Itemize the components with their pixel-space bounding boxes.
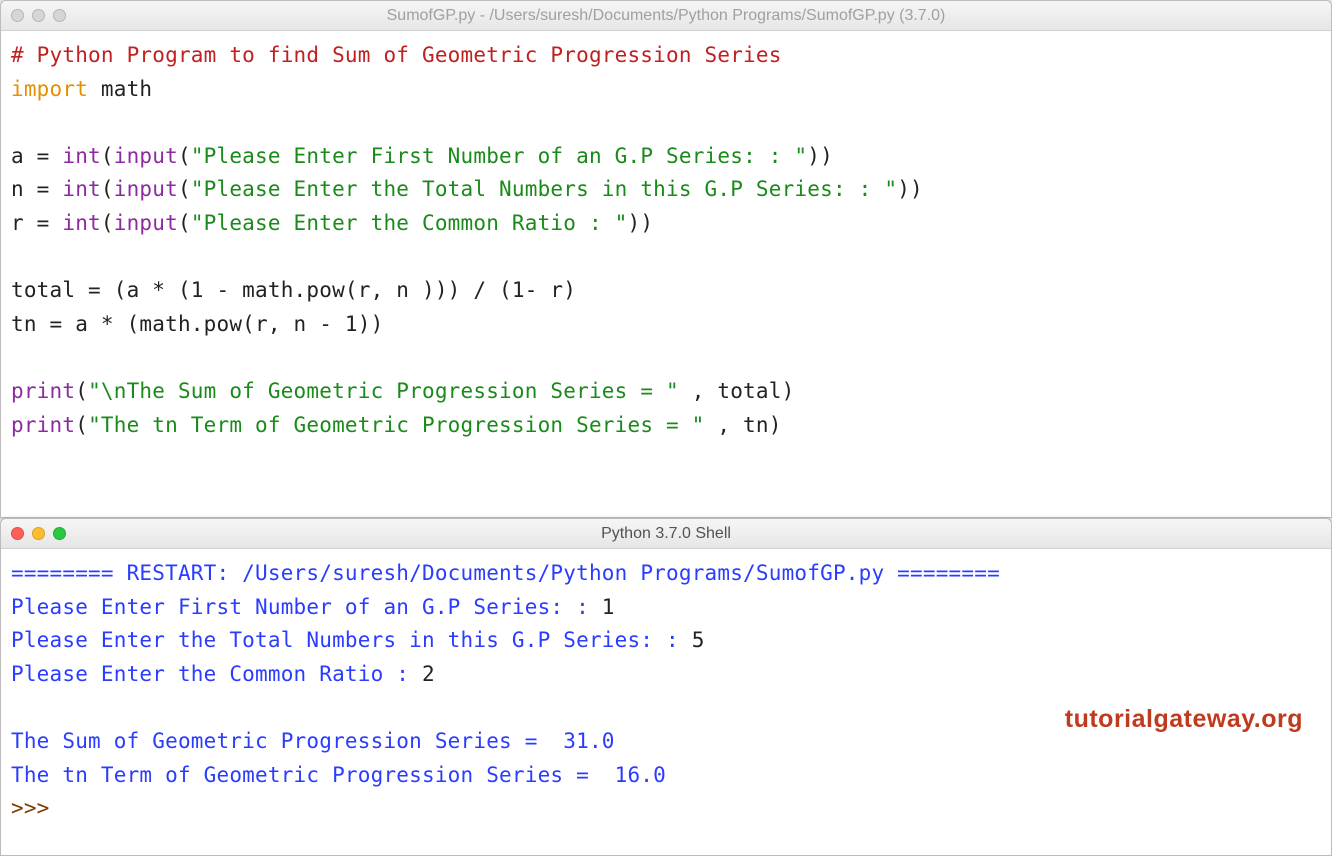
str-sum: "\nThe Sum of Geometric Progression Seri… — [88, 379, 692, 403]
paren: ( — [75, 413, 88, 437]
fn-int: int — [62, 211, 101, 235]
editor-titlebar[interactable]: SumofGP.py - /Users/suresh/Documents/Pyt… — [1, 1, 1331, 31]
paren: ( — [178, 177, 191, 201]
tn-tail: , tn) — [717, 413, 781, 437]
zoom-icon[interactable] — [53, 9, 66, 22]
out-2b: 16.0 — [615, 763, 666, 787]
editor-title: SumofGP.py - /Users/suresh/Documents/Pyt… — [387, 7, 946, 25]
var-a: a = — [11, 144, 62, 168]
var-r: r = — [11, 211, 62, 235]
out-2a: The tn Term of Geometric Progression Ser… — [11, 763, 615, 787]
paren: )) — [897, 177, 923, 201]
sum-tail: , total) — [692, 379, 795, 403]
restart-pre: ======== — [11, 561, 127, 585]
watermark: tutorialgateway.org — [1065, 699, 1303, 739]
window-controls — [11, 527, 66, 540]
prompt-3: Please Enter the Common Ratio : — [11, 662, 422, 686]
var-n: n = — [11, 177, 62, 201]
out-1b: 31.0 — [563, 729, 614, 753]
module-name: math — [88, 77, 152, 101]
fn-print: print — [11, 379, 75, 403]
paren: ( — [75, 379, 88, 403]
shell-content[interactable]: ======== RESTART: /Users/suresh/Document… — [1, 549, 1331, 830]
paren: ( — [101, 211, 114, 235]
input-2: 5 — [692, 628, 705, 652]
shell-title: Python 3.7.0 Shell — [601, 525, 731, 543]
fn-int: int — [62, 177, 101, 201]
close-icon[interactable] — [11, 9, 24, 22]
str-tn: "The tn Term of Geometric Progression Se… — [88, 413, 717, 437]
paren: ( — [178, 144, 191, 168]
out-1a: The Sum of Geometric Progression Series … — [11, 729, 563, 753]
fn-input: input — [114, 144, 178, 168]
input-1: 1 — [602, 595, 615, 619]
idle-editor-window: SumofGP.py - /Users/suresh/Documents/Pyt… — [0, 0, 1332, 518]
paren: )) — [627, 211, 653, 235]
kw-import: import — [11, 77, 88, 101]
shell-prompt[interactable]: >>> — [11, 796, 50, 820]
window-controls — [11, 9, 66, 22]
paren: ( — [178, 211, 191, 235]
paren: )) — [807, 144, 833, 168]
str-n: "Please Enter the Total Numbers in this … — [191, 177, 897, 201]
tn-line: tn = a * (math.pow(r, n - 1)) — [11, 312, 383, 336]
close-icon[interactable] — [11, 527, 24, 540]
fn-print: print — [11, 413, 75, 437]
fn-int: int — [62, 144, 101, 168]
restart-post: ======== — [884, 561, 1000, 585]
zoom-icon[interactable] — [53, 527, 66, 540]
str-r: "Please Enter the Common Ratio : " — [191, 211, 628, 235]
str-a: "Please Enter First Number of an G.P Ser… — [191, 144, 807, 168]
restart-line: RESTART: /Users/suresh/Documents/Python … — [127, 561, 885, 585]
fn-input: input — [114, 211, 178, 235]
paren: ( — [101, 144, 114, 168]
input-3: 2 — [422, 662, 435, 686]
shell-titlebar[interactable]: Python 3.7.0 Shell — [1, 519, 1331, 549]
fn-input: input — [114, 177, 178, 201]
total-line: total = (a * (1 - math.pow(r, n ))) / (1… — [11, 278, 576, 302]
code-comment: # Python Program to find Sum of Geometri… — [11, 43, 782, 67]
editor-content[interactable]: # Python Program to find Sum of Geometri… — [1, 31, 1331, 446]
prompt-1: Please Enter First Number of an G.P Seri… — [11, 595, 602, 619]
paren: ( — [101, 177, 114, 201]
minimize-icon[interactable] — [32, 9, 45, 22]
minimize-icon[interactable] — [32, 527, 45, 540]
prompt-2: Please Enter the Total Numbers in this G… — [11, 628, 692, 652]
idle-shell-window: Python 3.7.0 Shell ======== RESTART: /Us… — [0, 518, 1332, 856]
